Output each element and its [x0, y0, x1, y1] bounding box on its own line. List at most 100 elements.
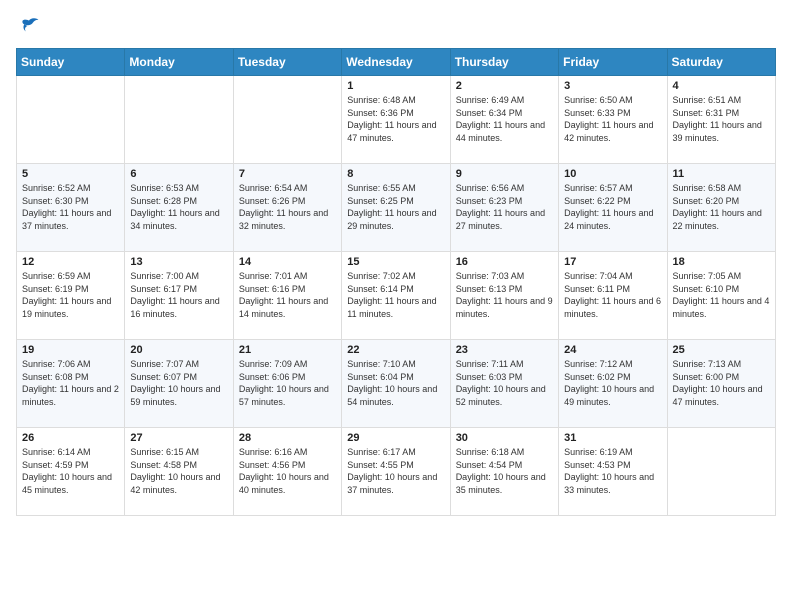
day-number: 1	[347, 80, 444, 92]
day-cell: 3 Sunrise: 6:50 AM Sunset: 6:33 PM Daylig…	[559, 76, 667, 164]
day-info: Sunrise: 6:19 AM Sunset: 4:53 PM Dayligh…	[564, 446, 661, 496]
day-cell: 24 Sunrise: 7:12 AM Sunset: 6:02 PM Dayli…	[559, 340, 667, 428]
day-cell: 17Sunrise: 7:04 AM Sunset: 6:11 PM Dayli…	[559, 252, 667, 340]
day-number: 13	[130, 256, 227, 268]
day-cell: 8 Sunrise: 6:55 AM Sunset: 6:25 PM Daylig…	[342, 164, 450, 252]
day-number: 30	[456, 432, 553, 444]
day-cell: 5 Sunrise: 6:52 AM Sunset: 6:30 PM Daylig…	[17, 164, 125, 252]
day-cell: 12 Sunrise: 6:59 AM Sunset: 6:19 PM Dayli…	[17, 252, 125, 340]
day-info: Sunrise: 7:03 AM Sunset: 6:13 PM Dayligh…	[456, 270, 553, 320]
day-number: 6	[130, 168, 227, 180]
day-info: Sunrise: 6:48 AM Sunset: 6:36 PM Dayligh…	[347, 94, 444, 144]
week-row-5: 26Sunrise: 6:14 AM Sunset: 4:59 PM Dayli…	[17, 428, 776, 516]
day-cell: 25 Sunrise: 7:13 AM Sunset: 6:00 PM Dayli…	[667, 340, 775, 428]
day-cell: 26Sunrise: 6:14 AM Sunset: 4:59 PM Dayli…	[17, 428, 125, 516]
day-cell: 13 Sunrise: 7:00 AM Sunset: 6:17 PM Dayli…	[125, 252, 233, 340]
day-info: Sunrise: 7:04 AM Sunset: 6:11 PM Dayligh…	[564, 270, 661, 320]
day-cell: 6 Sunrise: 6:53 AM Sunset: 6:28 PM Daylig…	[125, 164, 233, 252]
day-info: Sunrise: 6:53 AM Sunset: 6:28 PM Dayligh…	[130, 182, 227, 232]
day-info: Sunrise: 6:18 AM Sunset: 4:54 PM Dayligh…	[456, 446, 553, 496]
day-number: 27	[130, 432, 227, 444]
day-info: Sunrise: 6:55 AM Sunset: 6:25 PM Dayligh…	[347, 182, 444, 232]
day-info: Sunrise: 6:49 AM Sunset: 6:34 PM Dayligh…	[456, 94, 553, 144]
weekday-header-monday: Monday	[125, 49, 233, 76]
day-info: Sunrise: 7:10 AM Sunset: 6:04 PM Dayligh…	[347, 358, 444, 408]
day-cell: 16 Sunrise: 7:03 AM Sunset: 6:13 PM Dayli…	[450, 252, 558, 340]
day-info: Sunrise: 7:13 AM Sunset: 6:00 PM Dayligh…	[673, 358, 770, 408]
day-cell: 1 Sunrise: 6:48 AM Sunset: 6:36 PM Daylig…	[342, 76, 450, 164]
day-cell: 18 Sunrise: 7:05 AM Sunset: 6:10 PM Dayli…	[667, 252, 775, 340]
day-number: 16	[456, 256, 553, 268]
day-number: 20	[130, 344, 227, 356]
day-number: 8	[347, 168, 444, 180]
day-number: 31	[564, 432, 661, 444]
day-cell: 14 Sunrise: 7:01 AM Sunset: 6:16 PM Dayli…	[233, 252, 341, 340]
day-cell: 22Sunrise: 7:10 AM Sunset: 6:04 PM Dayli…	[342, 340, 450, 428]
weekday-header-saturday: Saturday	[667, 49, 775, 76]
day-info: Sunrise: 6:52 AM Sunset: 6:30 PM Dayligh…	[22, 182, 119, 232]
day-cell	[233, 76, 341, 164]
day-number: 29	[347, 432, 444, 444]
weekday-header-row: SundayMondayTuesdayWednesdayThursdayFrid…	[17, 49, 776, 76]
day-cell: 7Sunrise: 6:54 AM Sunset: 6:26 PM Daylig…	[233, 164, 341, 252]
day-cell: 23 Sunrise: 7:11 AM Sunset: 6:03 PM Dayli…	[450, 340, 558, 428]
day-number: 9	[456, 168, 553, 180]
day-number: 28	[239, 432, 336, 444]
day-info: Sunrise: 7:09 AM Sunset: 6:06 PM Dayligh…	[239, 358, 336, 408]
day-number: 26	[22, 432, 119, 444]
day-info: Sunrise: 6:50 AM Sunset: 6:33 PM Dayligh…	[564, 94, 661, 144]
day-number: 12	[22, 256, 119, 268]
day-cell	[17, 76, 125, 164]
week-row-2: 5 Sunrise: 6:52 AM Sunset: 6:30 PM Daylig…	[17, 164, 776, 252]
day-info: Sunrise: 6:59 AM Sunset: 6:19 PM Dayligh…	[22, 270, 119, 320]
day-number: 5	[22, 168, 119, 180]
day-number: 4	[673, 80, 770, 92]
day-info: Sunrise: 7:00 AM Sunset: 6:17 PM Dayligh…	[130, 270, 227, 320]
day-number: 15	[347, 256, 444, 268]
logo-bird-icon	[18, 16, 40, 36]
day-number: 14	[239, 256, 336, 268]
day-cell: 20 Sunrise: 7:07 AM Sunset: 6:07 PM Dayli…	[125, 340, 233, 428]
day-info: Sunrise: 7:02 AM Sunset: 6:14 PM Dayligh…	[347, 270, 444, 320]
day-cell: 15 Sunrise: 7:02 AM Sunset: 6:14 PM Dayli…	[342, 252, 450, 340]
day-number: 21	[239, 344, 336, 356]
day-number: 18	[673, 256, 770, 268]
day-info: Sunrise: 6:57 AM Sunset: 6:22 PM Dayligh…	[564, 182, 661, 232]
day-cell: 30 Sunrise: 6:18 AM Sunset: 4:54 PM Dayli…	[450, 428, 558, 516]
day-cell: 4Sunrise: 6:51 AM Sunset: 6:31 PM Daylig…	[667, 76, 775, 164]
day-number: 25	[673, 344, 770, 356]
day-cell: 31 Sunrise: 6:19 AM Sunset: 4:53 PM Dayli…	[559, 428, 667, 516]
weekday-header-thursday: Thursday	[450, 49, 558, 76]
day-info: Sunrise: 6:15 AM Sunset: 4:58 PM Dayligh…	[130, 446, 227, 496]
day-number: 10	[564, 168, 661, 180]
day-number: 24	[564, 344, 661, 356]
day-info: Sunrise: 7:11 AM Sunset: 6:03 PM Dayligh…	[456, 358, 553, 408]
weekday-header-tuesday: Tuesday	[233, 49, 341, 76]
day-number: 3	[564, 80, 661, 92]
week-row-1: 1 Sunrise: 6:48 AM Sunset: 6:36 PM Daylig…	[17, 76, 776, 164]
week-row-4: 19 Sunrise: 7:06 AM Sunset: 6:08 PM Dayli…	[17, 340, 776, 428]
day-cell: 27 Sunrise: 6:15 AM Sunset: 4:58 PM Dayli…	[125, 428, 233, 516]
day-info: Sunrise: 7:05 AM Sunset: 6:10 PM Dayligh…	[673, 270, 770, 320]
day-number: 23	[456, 344, 553, 356]
day-info: Sunrise: 7:12 AM Sunset: 6:02 PM Dayligh…	[564, 358, 661, 408]
day-info: Sunrise: 7:01 AM Sunset: 6:16 PM Dayligh…	[239, 270, 336, 320]
day-number: 2	[456, 80, 553, 92]
day-info: Sunrise: 6:17 AM Sunset: 4:55 PM Dayligh…	[347, 446, 444, 496]
week-row-3: 12 Sunrise: 6:59 AM Sunset: 6:19 PM Dayli…	[17, 252, 776, 340]
day-cell: 28Sunrise: 6:16 AM Sunset: 4:56 PM Dayli…	[233, 428, 341, 516]
day-info: Sunrise: 7:07 AM Sunset: 6:07 PM Dayligh…	[130, 358, 227, 408]
day-info: Sunrise: 6:58 AM Sunset: 6:20 PM Dayligh…	[673, 182, 770, 232]
day-cell: 9 Sunrise: 6:56 AM Sunset: 6:23 PM Daylig…	[450, 164, 558, 252]
day-number: 11	[673, 168, 770, 180]
day-cell: 11 Sunrise: 6:58 AM Sunset: 6:20 PM Dayli…	[667, 164, 775, 252]
day-cell: 2 Sunrise: 6:49 AM Sunset: 6:34 PM Daylig…	[450, 76, 558, 164]
day-number: 19	[22, 344, 119, 356]
logo	[16, 16, 40, 36]
day-info: Sunrise: 7:06 AM Sunset: 6:08 PM Dayligh…	[22, 358, 119, 408]
day-cell	[125, 76, 233, 164]
day-cell: 21 Sunrise: 7:09 AM Sunset: 6:06 PM Dayli…	[233, 340, 341, 428]
page-header	[16, 16, 776, 36]
day-cell: 10 Sunrise: 6:57 AM Sunset: 6:22 PM Dayli…	[559, 164, 667, 252]
day-info: Sunrise: 6:56 AM Sunset: 6:23 PM Dayligh…	[456, 182, 553, 232]
